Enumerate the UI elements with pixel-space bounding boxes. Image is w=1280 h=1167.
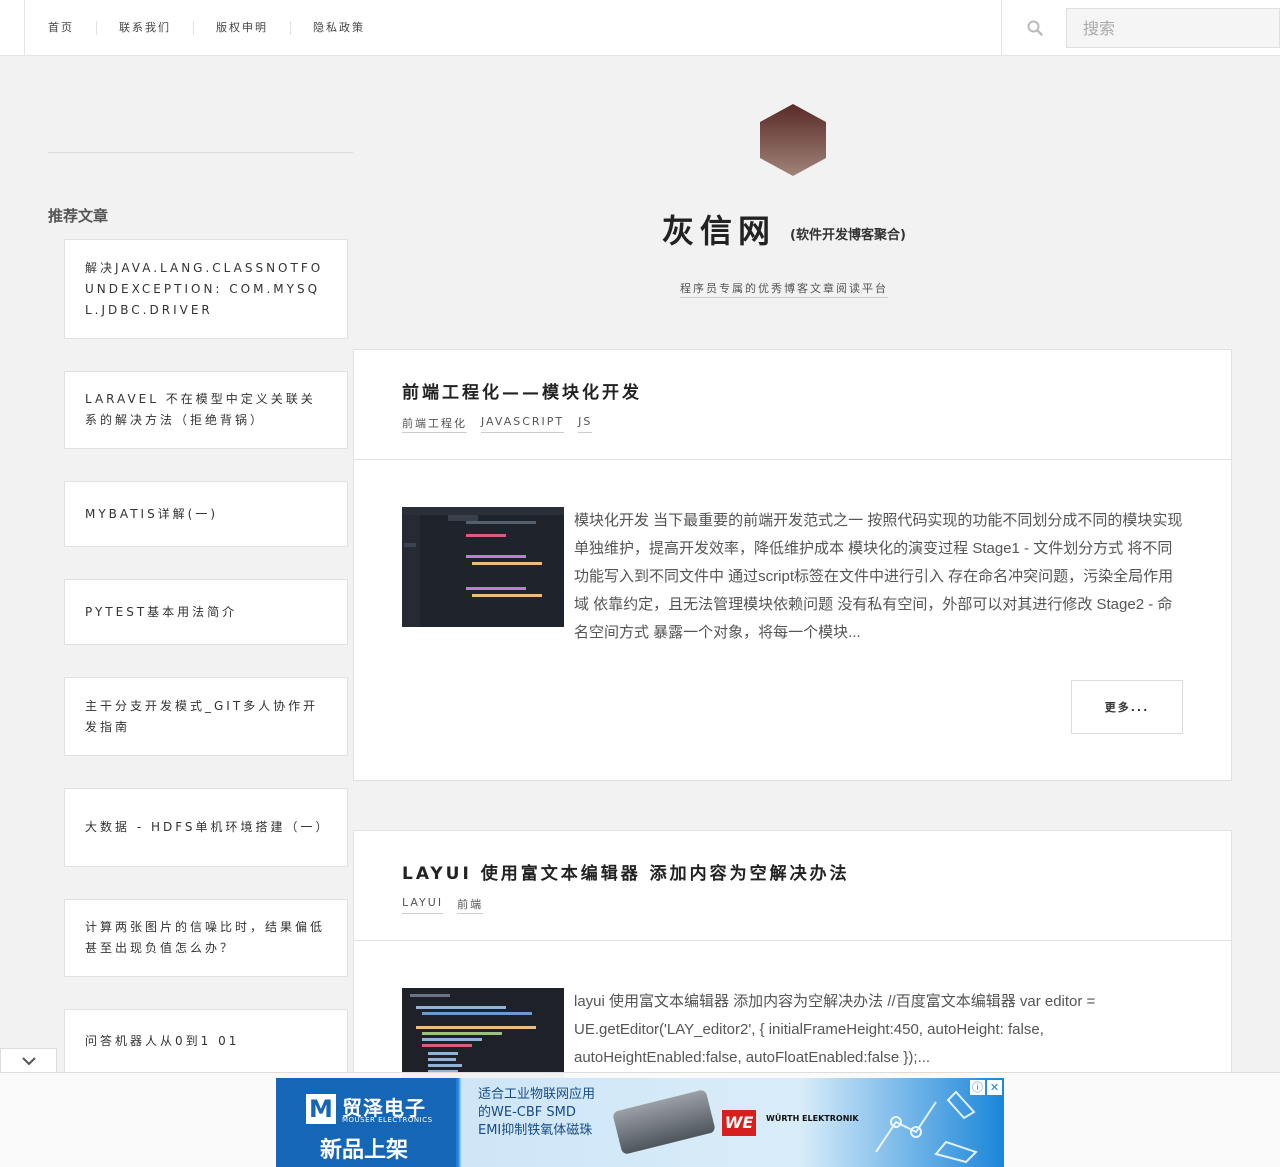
mouser-logo-mark: M [306, 1094, 336, 1124]
post-tags: LAYUI 前端 [402, 896, 1183, 914]
post-header: LAYUI 使用富文本编辑器 添加内容为空解决办法 LAYUI 前端 [354, 831, 1231, 941]
sidebar-item-git-trunk[interactable]: 主干分支开发模式_GIT多人协作开发指南 [64, 677, 348, 756]
ad-headline: 新品上架 [320, 1138, 409, 1163]
sidebar-item-qa-robot[interactable]: 问答机器人从0到1 01 [64, 1009, 348, 1073]
post-excerpt: layui 使用富文本编辑器 添加内容为空解决办法 //百度富文本编辑器 var… [574, 993, 1096, 1066]
ad-brand-panel: M 贸泽电子 MOUSER ELECTRONICS 新品上架 [276, 1078, 456, 1167]
ad-collapse-toggle[interactable] [0, 1048, 57, 1072]
site-description: 程序员专属的优秀博客文章阅读平台 [680, 280, 888, 298]
site-subtitle: (软件开发博客聚合) [790, 228, 906, 243]
sidebar-item-label: MYBATIS详解(一) [85, 506, 219, 521]
ad-brand-english: MOUSER ELECTRONICS [342, 1116, 433, 1124]
sidebar-item-java-classnotfound[interactable]: 解决JAVA.LANG.CLASSNOTFOUNDEXCEPTION: COM.… [64, 239, 348, 339]
post-tag[interactable]: JS [578, 415, 593, 433]
search-input[interactable] [1066, 8, 1280, 48]
info-icon[interactable]: ⓘ [970, 1080, 985, 1095]
ad-banner[interactable]: M 贸泽电子 MOUSER ELECTRONICS 新品上架 适合工业物联网应用… [276, 1078, 1004, 1167]
nav-item-home[interactable]: 首页 [26, 21, 97, 35]
post-title[interactable]: 前端工程化——模块化开发 [402, 378, 1183, 403]
sidebar-item-label: 大数据 - HDFS单机环境搭建（一） [85, 820, 331, 834]
sidebar-item-label: LARAVEL 不在模型中定义关联关系的解决方法（拒绝背锅） [85, 392, 316, 427]
ad-controls: ⓘ ✕ [970, 1080, 1002, 1095]
close-icon[interactable]: ✕ [987, 1080, 1002, 1095]
ad-copy: 适合工业物联网应用的WE-CBF SMD EMI抑制铁氧体磁珠 [478, 1087, 596, 1138]
post-header: 前端工程化——模块化开发 前端工程化 JAVASCRIPT JS [354, 350, 1231, 460]
nav-menu: 首页 联系我们 版权申明 隐私政策 [26, 0, 387, 56]
sidebar-title: 推荐文章 [48, 207, 109, 225]
post-tag[interactable]: 前端工程化 [402, 415, 467, 433]
sidebar-item-label: 解决JAVA.LANG.CLASSNOTFOUNDEXCEPTION: COM.… [85, 260, 324, 317]
ad-bar: M 贸泽电子 MOUSER ELECTRONICS 新品上架 适合工业物联网应用… [0, 1072, 1280, 1167]
sidebar-item-label: 计算两张图片的信噪比时，结果偏低甚至出现负值怎么办？ [85, 920, 326, 955]
search-icon[interactable] [1026, 19, 1044, 37]
wurth-logo-text: WÜRTH ELEKTRONIK [766, 1114, 859, 1123]
nav-item-contact[interactable]: 联系我们 [97, 21, 194, 35]
sidebar-item-snr[interactable]: 计算两张图片的信噪比时，结果偏低甚至出现负值怎么办？ [64, 899, 348, 977]
sidebar-item-label: 问答机器人从0到1 01 [85, 1033, 240, 1048]
nav-item-copyright[interactable]: 版权申明 [194, 21, 291, 35]
sidebar-item-pytest[interactable]: PYTEST基本用法简介 [64, 579, 348, 645]
search-area [1001, 0, 1280, 56]
top-navigation-bar: 首页 联系我们 版权申明 隐私政策 [0, 0, 1280, 56]
sidebar-item-label: 主干分支开发模式_GIT多人协作开发指南 [85, 698, 319, 734]
we-logo: WE [722, 1110, 756, 1136]
post-excerpt: 模块化开发 当下最重要的前端开发范式之一 按照代码实现的功能不同划分成不同的模块… [574, 512, 1183, 641]
post-thumbnail[interactable] [402, 507, 564, 627]
nav-item-privacy[interactable]: 隐私政策 [291, 21, 387, 35]
sidebar-divider [48, 152, 353, 153]
sidebar-item-mybatis[interactable]: MYBATIS详解(一) [64, 481, 348, 547]
ferrite-bead-image [612, 1089, 716, 1155]
post-tag[interactable]: LAYUI [402, 896, 444, 914]
read-more-button[interactable]: 更多... [1071, 680, 1183, 734]
sidebar-item-laravel[interactable]: LARAVEL 不在模型中定义关联关系的解决方法（拒绝背锅） [64, 371, 348, 449]
post-tag[interactable]: 前端 [457, 896, 484, 914]
site-title[interactable]: 灰信网 [662, 206, 776, 252]
site-logo[interactable] [760, 104, 826, 176]
sidebar-item-hdfs[interactable]: 大数据 - HDFS单机环境搭建（一） [64, 788, 348, 867]
post-card: LAYUI 使用富文本编辑器 添加内容为空解决办法 LAYUI 前端 layui… [353, 830, 1232, 1108]
nav-left-divider [24, 0, 25, 56]
sidebar-item-label: PYTEST基本用法简介 [85, 604, 238, 619]
post-tag[interactable]: JAVASCRIPT [481, 415, 565, 433]
post-title[interactable]: LAYUI 使用富文本编辑器 添加内容为空解决办法 [402, 859, 1183, 884]
chevron-down-icon [21, 1056, 36, 1065]
post-tags: 前端工程化 JAVASCRIPT JS [402, 415, 1183, 433]
post-card: 前端工程化——模块化开发 前端工程化 JAVASCRIPT JS 模块化开发 当… [353, 349, 1232, 781]
